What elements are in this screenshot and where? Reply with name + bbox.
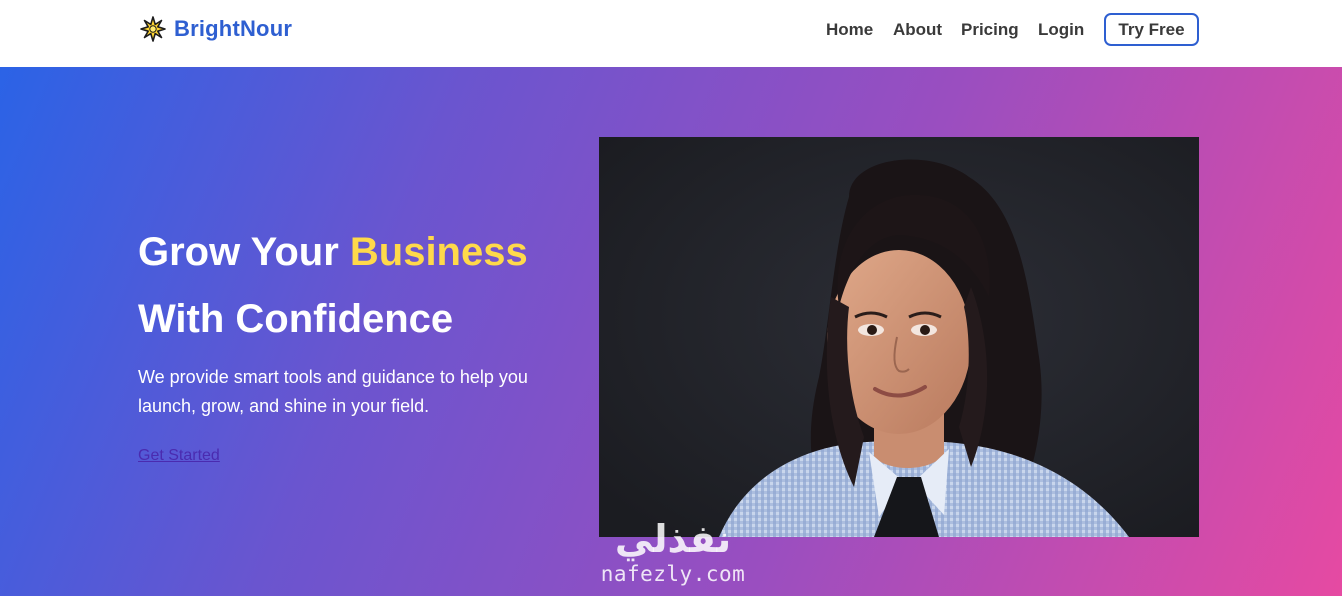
portrait-illustration bbox=[599, 137, 1199, 537]
watermark-latin: nafezly.com bbox=[600, 562, 746, 586]
nav-login-link[interactable]: Login bbox=[1038, 20, 1084, 40]
hero-title-accent: Business bbox=[349, 230, 528, 274]
try-free-button[interactable]: Try Free bbox=[1104, 13, 1199, 46]
hero-description: We provide smart tools and guidance to h… bbox=[138, 367, 528, 416]
hero-title-prefix: Grow Your bbox=[138, 230, 350, 274]
hero-title: Grow Your Business With Confidence bbox=[138, 219, 578, 353]
nav-home-link[interactable]: Home bbox=[826, 20, 873, 40]
watermark-arabic: نفذلي bbox=[614, 517, 732, 561]
hero-portrait-image bbox=[599, 137, 1199, 537]
navbar: BrightNour Home About Pricing Login Try … bbox=[0, 0, 1342, 67]
nav-pricing-link[interactable]: Pricing bbox=[961, 20, 1019, 40]
watermark: نفذلي nafezly.com bbox=[588, 517, 758, 587]
get-started-link[interactable]: Get Started bbox=[138, 447, 220, 465]
hero-title-line2: With Confidence bbox=[138, 297, 454, 341]
hero-section: Grow Your Business With Confidence We pr… bbox=[0, 67, 1342, 596]
nav-about-link[interactable]: About bbox=[893, 20, 942, 40]
